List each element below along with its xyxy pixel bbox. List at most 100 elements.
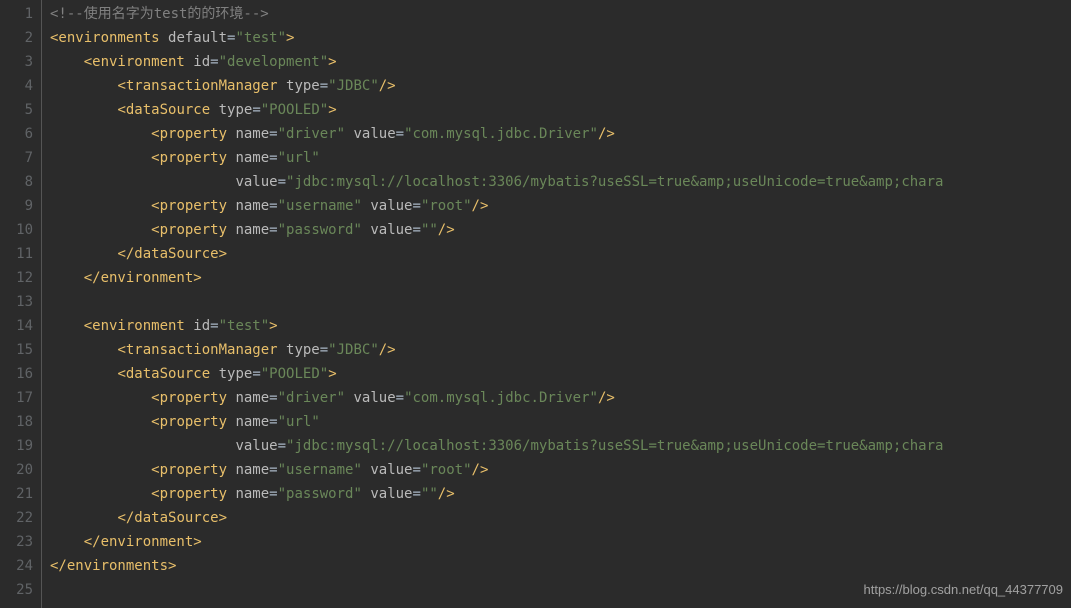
- code-line[interactable]: <property name="driver" value="com.mysql…: [50, 386, 1071, 410]
- token-eq: =: [413, 486, 421, 502]
- token-tag: <environment: [84, 54, 194, 70]
- token-text: [50, 510, 117, 526]
- code-line[interactable]: <transactionManager type="JDBC"/>: [50, 338, 1071, 362]
- code-line[interactable]: <property name="url": [50, 146, 1071, 170]
- token-eq: =: [269, 486, 277, 502]
- line-number: 16: [6, 362, 33, 386]
- code-line[interactable]: </dataSource>: [50, 242, 1071, 266]
- token-text: [50, 486, 151, 502]
- token-attr: name: [235, 198, 269, 214]
- code-line[interactable]: <transactionManager type="JDBC"/>: [50, 74, 1071, 98]
- token-eq: =: [269, 390, 277, 406]
- line-number: 22: [6, 506, 33, 530]
- line-number: 19: [6, 434, 33, 458]
- token-eq: =: [269, 462, 277, 478]
- token-attr: name: [235, 150, 269, 166]
- token-tag: <property: [151, 150, 235, 166]
- token-eq: =: [278, 438, 286, 454]
- token-val: "driver": [278, 390, 345, 406]
- token-attr: value: [370, 462, 412, 478]
- token-eq: =: [269, 414, 277, 430]
- token-eq: =: [278, 174, 286, 190]
- token-eq: =: [210, 318, 218, 334]
- token-val: "test": [235, 30, 286, 46]
- token-tag: >: [328, 54, 336, 70]
- token-text: [50, 174, 235, 190]
- token-attr: value: [370, 222, 412, 238]
- token-val: "test": [219, 318, 270, 334]
- token-tag: <property: [151, 222, 235, 238]
- token-attr: value: [353, 126, 395, 142]
- line-number: 14: [6, 314, 33, 338]
- code-line[interactable]: <environments default="test">: [50, 26, 1071, 50]
- code-area[interactable]: <!--使用名字为test的的环境--><environments defaul…: [42, 0, 1071, 608]
- token-eq: =: [396, 390, 404, 406]
- token-tag: />: [379, 78, 396, 94]
- code-line[interactable]: <!--使用名字为test的的环境-->: [50, 2, 1071, 26]
- token-text: [50, 534, 84, 550]
- token-text: [50, 438, 235, 454]
- code-line[interactable]: </environment>: [50, 530, 1071, 554]
- code-line[interactable]: <property name="username" value="root"/>: [50, 194, 1071, 218]
- code-line[interactable]: <dataSource type="POOLED">: [50, 362, 1071, 386]
- token-tag: <transactionManager: [117, 342, 286, 358]
- token-attr: name: [235, 486, 269, 502]
- token-text: [50, 54, 84, 70]
- token-attr: value: [370, 198, 412, 214]
- code-line[interactable]: value="jdbc:mysql://localhost:3306/mybat…: [50, 170, 1071, 194]
- line-number: 5: [6, 98, 33, 122]
- token-val: "POOLED": [261, 366, 328, 382]
- token-tag: <dataSource: [117, 102, 218, 118]
- code-line[interactable]: <property name="password" value=""/>: [50, 218, 1071, 242]
- token-attr: name: [235, 462, 269, 478]
- token-eq: =: [320, 78, 328, 94]
- code-line[interactable]: <property name="url": [50, 410, 1071, 434]
- token-eq: =: [413, 462, 421, 478]
- token-text: [50, 102, 117, 118]
- token-val: "": [421, 486, 438, 502]
- code-line[interactable]: </environments>: [50, 554, 1071, 578]
- token-attr: id: [193, 318, 210, 334]
- code-line[interactable]: [50, 578, 1071, 602]
- code-line[interactable]: <property name="password" value=""/>: [50, 482, 1071, 506]
- line-number: 23: [6, 530, 33, 554]
- code-line[interactable]: </dataSource>: [50, 506, 1071, 530]
- code-line[interactable]: <dataSource type="POOLED">: [50, 98, 1071, 122]
- token-attr: id: [193, 54, 210, 70]
- token-tag: <dataSource: [117, 366, 218, 382]
- code-line[interactable]: <environment id="development">: [50, 50, 1071, 74]
- code-line[interactable]: <environment id="test">: [50, 314, 1071, 338]
- code-line[interactable]: [50, 290, 1071, 314]
- token-tag: <transactionManager: [117, 78, 286, 94]
- token-text: [50, 342, 117, 358]
- token-eq: =: [396, 126, 404, 142]
- code-editor[interactable]: 1234567891011121314151617181920212223242…: [0, 0, 1071, 608]
- token-tag: </dataSource>: [117, 510, 227, 526]
- token-text: [50, 150, 151, 166]
- token-text: [50, 390, 151, 406]
- token-val: "url": [278, 414, 320, 430]
- token-attr: type: [286, 78, 320, 94]
- token-tag: </environment>: [84, 534, 202, 550]
- token-val: "development": [219, 54, 329, 70]
- code-line[interactable]: <property name="driver" value="com.mysql…: [50, 122, 1071, 146]
- code-line[interactable]: <property name="username" value="root"/>: [50, 458, 1071, 482]
- code-line[interactable]: </environment>: [50, 266, 1071, 290]
- token-tag: />: [598, 390, 615, 406]
- token-val: "root": [421, 198, 472, 214]
- token-attr: value: [370, 486, 412, 502]
- line-number-gutter: 1234567891011121314151617181920212223242…: [0, 0, 42, 608]
- token-attr: type: [219, 102, 253, 118]
- token-attr: value: [235, 174, 277, 190]
- token-eq: =: [320, 342, 328, 358]
- token-eq: =: [269, 198, 277, 214]
- token-tag: >: [286, 30, 294, 46]
- line-number: 6: [6, 122, 33, 146]
- line-number: 20: [6, 458, 33, 482]
- line-number: 7: [6, 146, 33, 170]
- token-val: "password": [278, 222, 362, 238]
- token-tag: </environments>: [50, 558, 176, 574]
- code-line[interactable]: value="jdbc:mysql://localhost:3306/mybat…: [50, 434, 1071, 458]
- token-text: [50, 126, 151, 142]
- line-number: 25: [6, 578, 33, 602]
